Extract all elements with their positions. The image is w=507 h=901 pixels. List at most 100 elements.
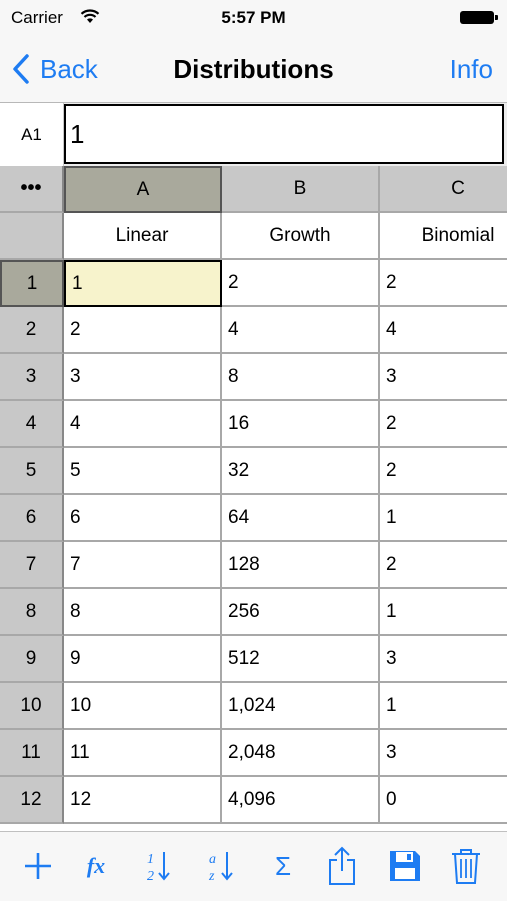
cell-b[interactable]: 256 <box>222 589 380 636</box>
formula-bar: A1 1 <box>0 103 507 166</box>
column-header-row: ••• A B C <box>0 166 507 213</box>
cell-c[interactable]: 2 <box>380 401 507 448</box>
row-header[interactable]: 3 <box>0 354 64 401</box>
page-title: Distributions <box>173 54 334 84</box>
status-bar: Carrier 5:57 PM <box>0 0 507 36</box>
row-header[interactable]: 4 <box>0 401 64 448</box>
delete-button[interactable] <box>448 848 484 884</box>
row-header[interactable]: 1 <box>0 260 64 307</box>
row-header[interactable]: 6 <box>0 495 64 542</box>
cell-a[interactable]: 4 <box>64 401 222 448</box>
table-row: 3383 <box>0 354 507 401</box>
add-button[interactable] <box>20 848 56 884</box>
cell-a[interactable]: 7 <box>64 542 222 589</box>
cell-b[interactable]: 512 <box>222 636 380 683</box>
svg-text:z: z <box>208 869 215 883</box>
info-button[interactable]: Info <box>450 54 493 85</box>
column-name-a[interactable]: Linear <box>64 213 222 260</box>
cell-reference: A1 <box>0 103 64 166</box>
cell-a[interactable]: 5 <box>64 448 222 495</box>
cell-b[interactable]: 2 <box>222 260 380 307</box>
cell-b[interactable]: 4 <box>222 307 380 354</box>
row-header[interactable]: 10 <box>0 683 64 730</box>
cell-c[interactable]: 2 <box>380 260 507 307</box>
cell-c[interactable]: 3 <box>380 730 507 777</box>
navigation-bar: Back Distributions Info <box>0 36 507 103</box>
cell-c[interactable]: 2 <box>380 542 507 589</box>
spreadsheet-grid: ••• A B C Linear Growth Binomial 1122224… <box>0 166 507 831</box>
table-row: 10 10 1,024 1 <box>0 683 507 730</box>
save-button[interactable] <box>387 848 423 884</box>
svg-text:1: 1 <box>147 852 154 867</box>
table-row: 1122 <box>0 260 507 307</box>
battery-tip <box>495 15 498 20</box>
svg-text:2: 2 <box>147 869 154 883</box>
row-header[interactable]: 7 <box>0 542 64 589</box>
cell-c[interactable]: 1 <box>380 683 507 730</box>
sort-numeric-button[interactable]: 1 2 <box>140 848 176 884</box>
cell-b[interactable]: 64 <box>222 495 380 542</box>
cell-c[interactable]: 3 <box>380 354 507 401</box>
column-name-b[interactable]: Growth <box>222 213 380 260</box>
sum-button[interactable]: Σ <box>265 848 301 884</box>
cell-b[interactable]: 8 <box>222 354 380 401</box>
cell-b[interactable]: 4,096 <box>222 777 380 824</box>
cell-c[interactable]: 4 <box>380 307 507 354</box>
cell-a[interactable]: 3 <box>64 354 222 401</box>
cell-b[interactable]: 16 <box>222 401 380 448</box>
clock: 5:57 PM <box>221 8 286 27</box>
cell-a[interactable]: 9 <box>64 636 222 683</box>
table-row: 11 11 2,048 3 <box>0 730 507 777</box>
table-row: 12 12 4,096 0 <box>0 777 507 824</box>
cell-c[interactable]: 0 <box>380 777 507 824</box>
cell-b[interactable]: 128 <box>222 542 380 589</box>
add-icon <box>25 853 51 879</box>
sort-numeric-icon: 1 2 <box>147 852 170 883</box>
table-row: 4 4 16 2 <box>0 401 507 448</box>
cell-c[interactable]: 2 <box>380 448 507 495</box>
row-header[interactable]: 2 <box>0 307 64 354</box>
trash-icon <box>452 849 480 884</box>
column-header-c[interactable]: C <box>380 166 507 213</box>
table-row: 8 8 256 1 <box>0 589 507 636</box>
save-icon <box>390 851 420 881</box>
row-header[interactable]: 5 <box>0 448 64 495</box>
share-icon <box>329 846 355 885</box>
column-header-b[interactable]: B <box>222 166 380 213</box>
table-row: 9 9 512 3 <box>0 636 507 683</box>
corner-menu-button[interactable]: ••• <box>0 166 64 213</box>
function-icon: fx <box>86 853 106 878</box>
cell-a[interactable]: 2 <box>64 307 222 354</box>
row-header[interactable]: 11 <box>0 730 64 777</box>
cell-a[interactable]: 11 <box>64 730 222 777</box>
cell-a[interactable]: 1 <box>64 260 222 307</box>
cell-a[interactable]: 6 <box>64 495 222 542</box>
share-button[interactable] <box>324 846 360 885</box>
table-row: 7 7 128 2 <box>0 542 507 589</box>
cell-b[interactable]: 2,048 <box>222 730 380 777</box>
column-header-a[interactable]: A <box>64 166 222 213</box>
cell-b[interactable]: 32 <box>222 448 380 495</box>
cell-c[interactable]: 1 <box>380 589 507 636</box>
battery-icon <box>460 11 494 24</box>
cell-c[interactable]: 1 <box>380 495 507 542</box>
function-button[interactable]: fx <box>78 848 114 884</box>
table-row: 5 5 32 2 <box>0 448 507 495</box>
cell-a[interactable]: 10 <box>64 683 222 730</box>
svg-text:a: a <box>209 852 216 867</box>
sort-alpha-button[interactable]: a z <box>203 848 239 884</box>
row-header[interactable]: 8 <box>0 589 64 636</box>
cell-value-input[interactable]: 1 <box>64 104 504 164</box>
cell-b[interactable]: 1,024 <box>222 683 380 730</box>
table-row: 2244 <box>0 307 507 354</box>
more-icon: ••• <box>20 177 42 199</box>
cell-a[interactable]: 12 <box>64 777 222 824</box>
bottom-toolbar: fx 1 2 a z Σ <box>0 831 507 901</box>
cell-a[interactable]: 8 <box>64 589 222 636</box>
sum-icon: Σ <box>274 850 292 881</box>
row-header[interactable]: 12 <box>0 777 64 824</box>
column-name-c[interactable]: Binomial <box>380 213 507 260</box>
row-header[interactable]: 9 <box>0 636 64 683</box>
cell-c[interactable]: 3 <box>380 636 507 683</box>
table-row: 6 6 64 1 <box>0 495 507 542</box>
